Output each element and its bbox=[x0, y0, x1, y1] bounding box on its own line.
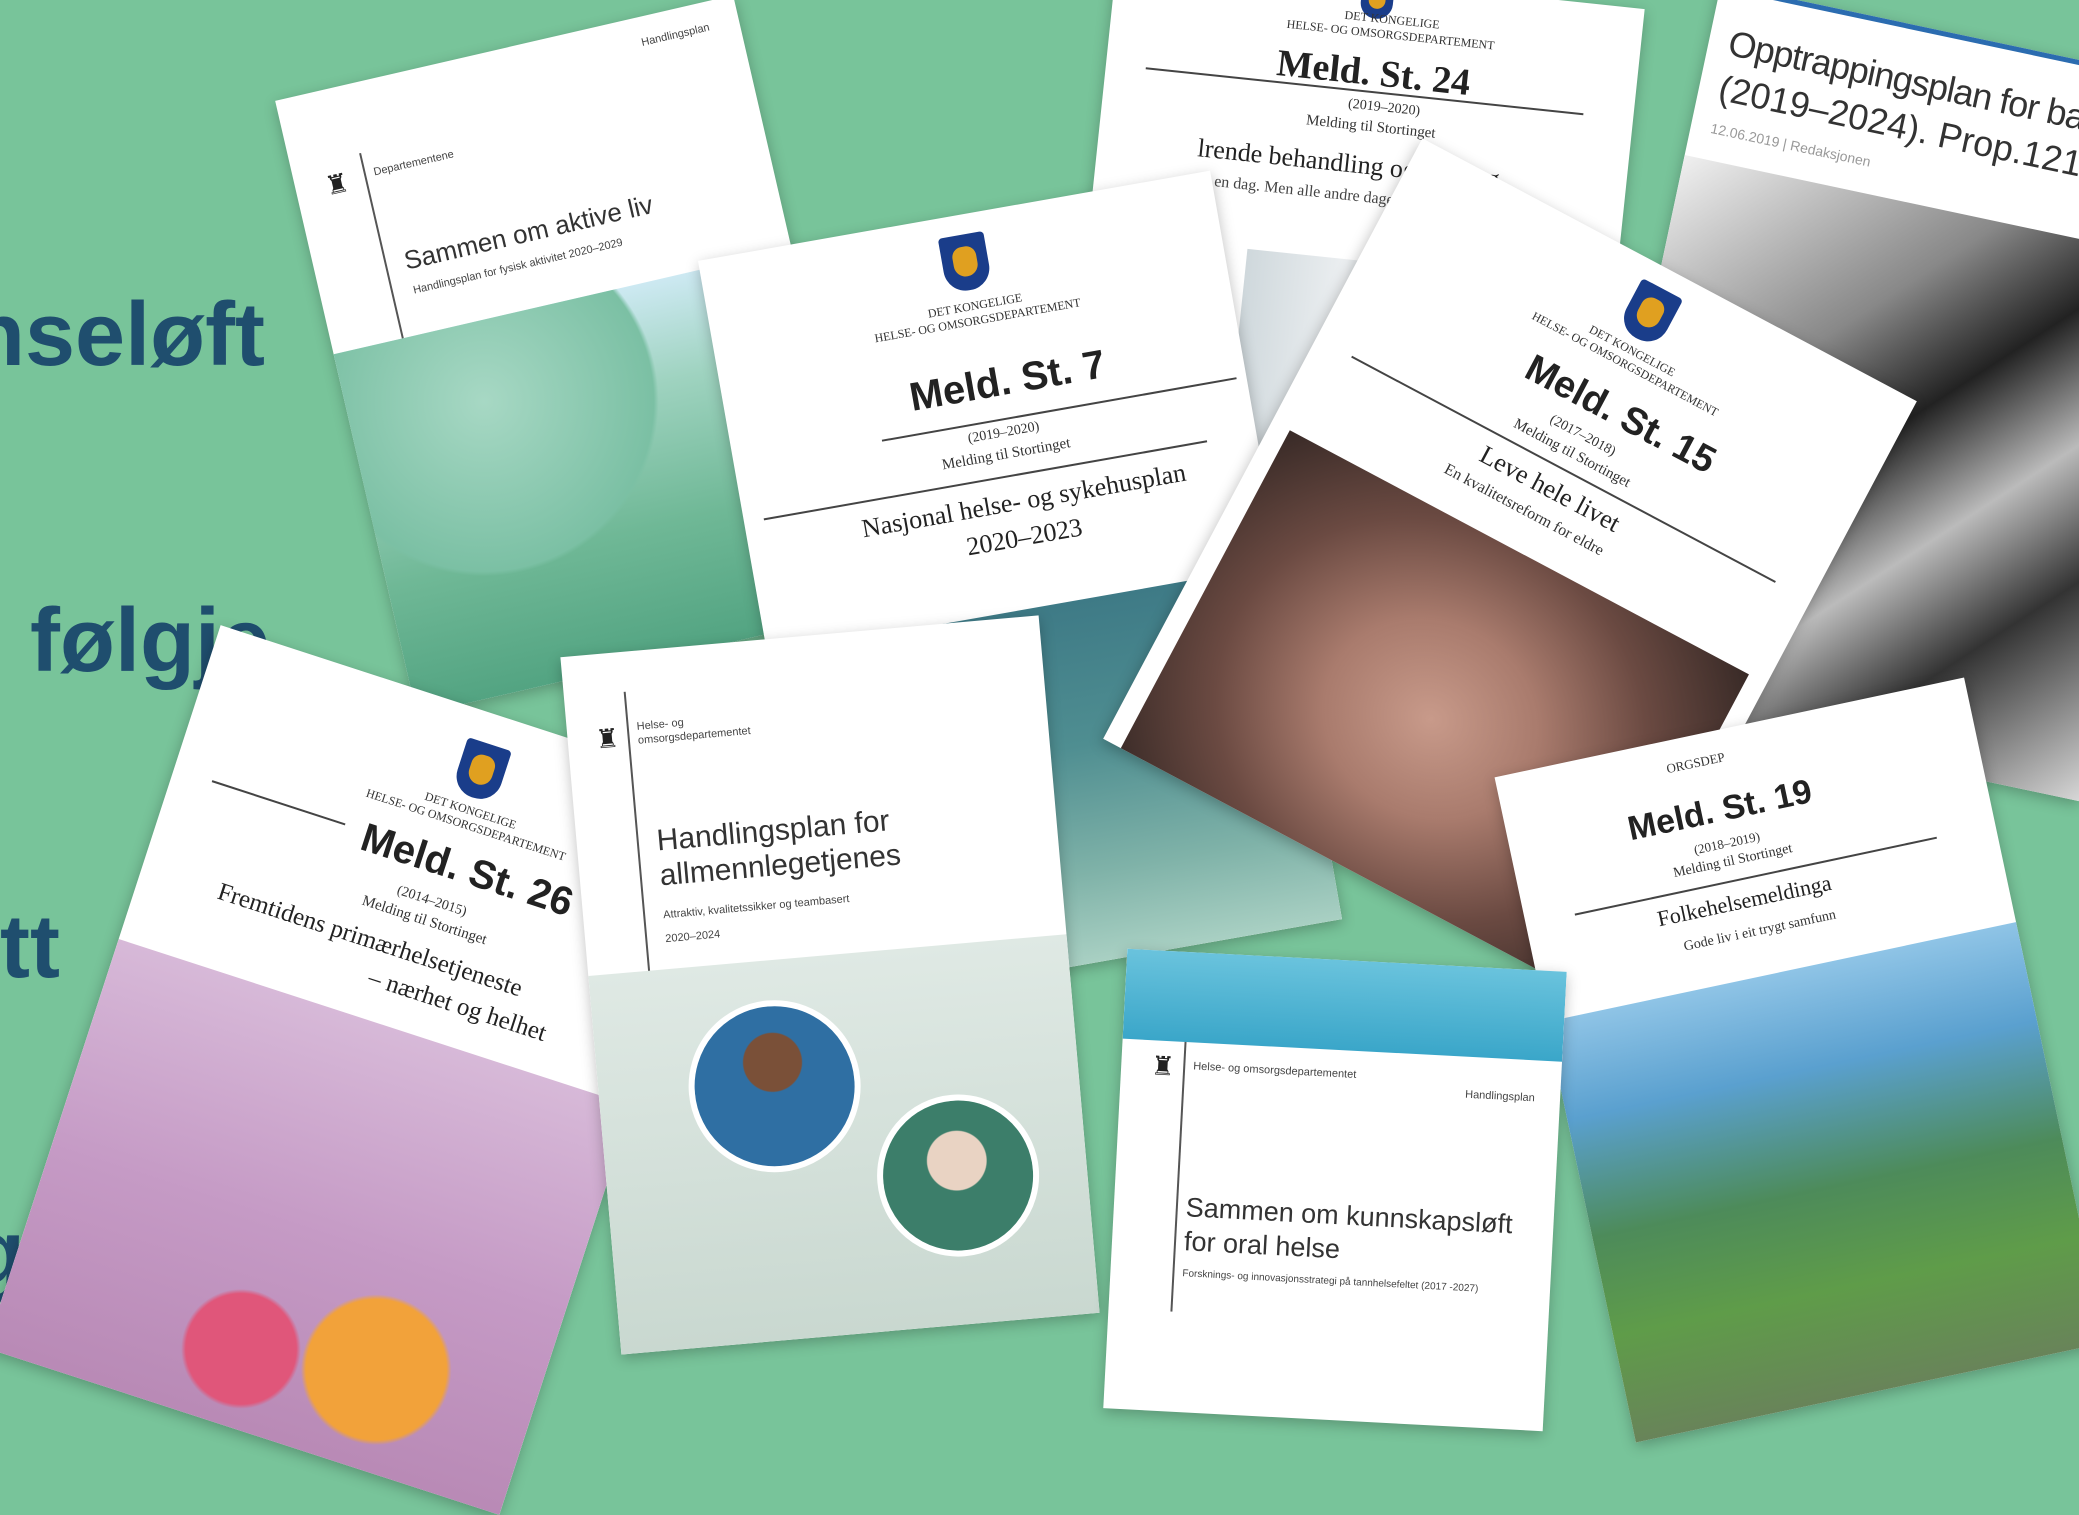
crest-icon bbox=[1616, 278, 1684, 350]
doc-meld24-number: Meld. St. 24 bbox=[1274, 42, 1473, 105]
lion-icon: ♜ bbox=[1150, 1050, 1176, 1082]
doc-allmenn: ♜ Helse- og omsorgsdepartementet Handlin… bbox=[560, 615, 1100, 1355]
doc-oral-dept: Helse- og omsorgsdepartementet bbox=[1192, 1060, 1357, 1081]
doc-oral-subtitle: Forsknings- og innovasjonsstrategi på ta… bbox=[1182, 1268, 1479, 1295]
doc-sammen-aktive-label: Handlingsplan bbox=[640, 21, 711, 49]
doc-allmenn-years: 2020–2024 bbox=[664, 928, 721, 946]
doc-meld19-house: ORGSDEP bbox=[1664, 749, 1727, 777]
doc-oral: ♜ Helse- og omsorgsdepartementet Handlin… bbox=[1103, 948, 1567, 1432]
doc-oral-label: Handlingsplan bbox=[1464, 1088, 1536, 1105]
crest-icon bbox=[450, 737, 512, 805]
doc-sammen-aktive-dept: Departementene bbox=[372, 148, 456, 179]
headline-line-1: nseløft bbox=[0, 285, 266, 385]
doc-allmenn-subtitle: Attraktiv, kvalitetssikker og teambasert bbox=[662, 893, 850, 922]
doc-oral-photo bbox=[1122, 948, 1567, 1062]
doc-meld19-photo bbox=[1526, 917, 2079, 1443]
doc-meld19: ORGSDEP Meld. St. 19 (2018–2019) Melding… bbox=[1494, 677, 2079, 1443]
crest-icon bbox=[937, 230, 993, 295]
doc-meld26-rule bbox=[211, 780, 346, 826]
lion-icon: ♜ bbox=[594, 722, 621, 755]
lion-icon: ♜ bbox=[322, 166, 352, 202]
doc-meld24-years: (2019–2020) bbox=[1347, 96, 1421, 120]
doc-oral-title-2: for oral helse bbox=[1183, 1226, 1341, 1265]
doc-meld7-number: Meld. St. 7 bbox=[906, 342, 1109, 420]
